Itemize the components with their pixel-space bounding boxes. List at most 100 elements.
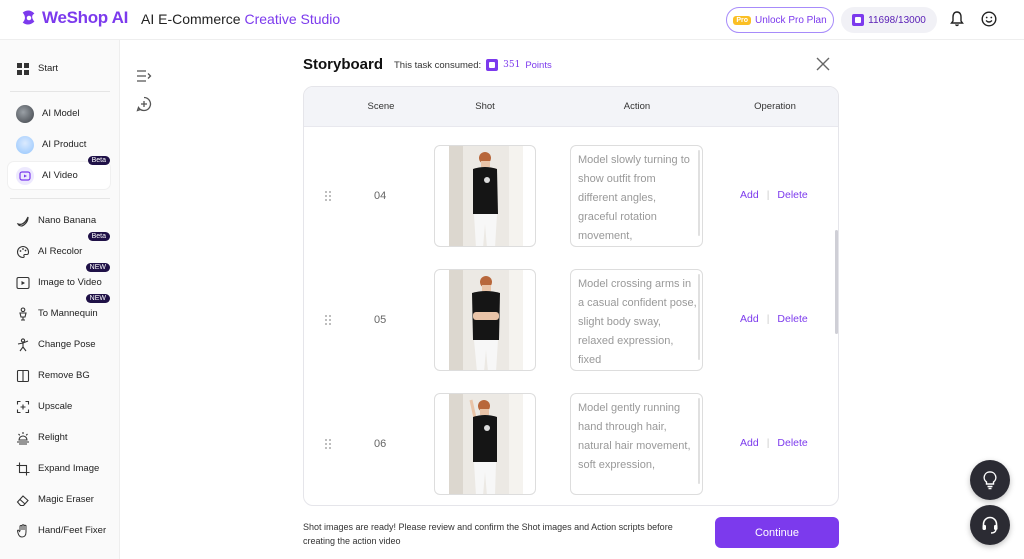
relight-icon bbox=[16, 431, 30, 445]
sidebar-item-ai-product[interactable]: AI Product bbox=[8, 131, 110, 158]
pro-tag: Pro bbox=[733, 15, 751, 25]
sidebar-item-relight[interactable]: Relight bbox=[8, 424, 110, 451]
sidebar: Start AI Model AI Product AI Video Beta … bbox=[0, 40, 120, 559]
sidebar-item-nano-banana[interactable]: Nano Banana bbox=[8, 207, 110, 234]
sidebar-item-to-mannequin[interactable]: To Mannequin NEW bbox=[8, 294, 110, 327]
weshop-logo[interactable]: WeShop AI bbox=[20, 8, 128, 28]
ready-notice: Shot images are ready! Please review and… bbox=[303, 522, 673, 546]
lightbulb-icon bbox=[983, 471, 997, 490]
chip-icon bbox=[486, 59, 499, 71]
table-row: 04 Model slowly turning to show outfit f… bbox=[304, 145, 838, 269]
storyboard-title: Storyboard bbox=[303, 56, 384, 73]
product-avatar-icon bbox=[16, 135, 34, 154]
operation-group: Add | Delete bbox=[740, 313, 808, 325]
shot-image[interactable] bbox=[434, 269, 536, 371]
sidebar-item-label: AI Recolor bbox=[38, 246, 83, 257]
sidebar-item-ai-model[interactable]: AI Model bbox=[8, 100, 110, 127]
support-button[interactable] bbox=[970, 505, 1010, 545]
shot-image[interactable] bbox=[434, 393, 536, 495]
sidebar-item-label: Change Pose bbox=[38, 339, 96, 350]
model-avatar-icon bbox=[16, 104, 34, 123]
sidebar-item-label: Magic Eraser bbox=[38, 494, 94, 505]
sidebar-divider bbox=[10, 198, 110, 199]
sidebar-item-label: Upscale bbox=[38, 401, 73, 412]
sidebar-item-expand-image[interactable]: Expand Image bbox=[8, 455, 110, 482]
new-badge: NEW bbox=[85, 294, 110, 303]
delete-button[interactable]: Delete bbox=[777, 189, 807, 201]
sidebar-item-label: AI Model bbox=[42, 108, 80, 119]
pose-icon bbox=[16, 337, 30, 352]
add-button[interactable]: Add bbox=[740, 313, 759, 325]
sidebar-item-label: AI Product bbox=[42, 139, 87, 150]
add-button[interactable]: Add bbox=[740, 189, 759, 201]
scene-number: 05 bbox=[374, 314, 387, 326]
sidebar-item-image-to-video[interactable]: Image to Video NEW bbox=[8, 263, 110, 296]
sidebar-item-ai-video[interactable]: AI Video Beta bbox=[8, 156, 110, 189]
storyboard-table: Scene Shot Action Operation 04 Model slo… bbox=[303, 86, 839, 506]
chip-icon bbox=[852, 14, 865, 26]
bell-icon[interactable] bbox=[950, 11, 964, 27]
expand-icon bbox=[16, 462, 30, 476]
sidebar-item-label: Remove BG bbox=[38, 370, 90, 381]
action-textarea[interactable]: Model gently running hand through hair, … bbox=[570, 393, 703, 495]
remove-bg-icon bbox=[16, 369, 30, 383]
drag-handle-icon[interactable] bbox=[324, 314, 332, 326]
app-title-accent: Creative Studio bbox=[244, 11, 341, 27]
sidebar-item-start[interactable]: Start bbox=[8, 55, 110, 82]
close-icon[interactable] bbox=[815, 56, 831, 72]
eraser-icon bbox=[16, 493, 30, 507]
drag-handle-icon[interactable] bbox=[324, 438, 332, 450]
scene-number: 04 bbox=[374, 190, 387, 202]
delete-button[interactable]: Delete bbox=[777, 313, 807, 325]
table-header: Scene Shot Action Operation bbox=[304, 87, 838, 127]
sidebar-item-upscale[interactable]: Upscale bbox=[8, 393, 110, 420]
sidebar-item-label: Start bbox=[38, 63, 59, 74]
tips-button[interactable] bbox=[970, 460, 1010, 500]
drag-handle-icon[interactable] bbox=[324, 190, 332, 202]
image-video-icon bbox=[16, 276, 30, 290]
sidebar-item-magic-eraser[interactable]: Magic Eraser bbox=[8, 486, 110, 513]
divider: | bbox=[766, 437, 770, 449]
table-scrollbar[interactable] bbox=[835, 230, 838, 334]
new-chat-icon[interactable] bbox=[136, 96, 152, 112]
sidebar-item-label: AI Video bbox=[42, 170, 78, 181]
grid-icon bbox=[16, 62, 30, 76]
palette-icon bbox=[16, 245, 30, 259]
user-avatar-icon[interactable] bbox=[981, 11, 997, 27]
beta-badge: Beta bbox=[87, 232, 110, 241]
headset-icon bbox=[982, 516, 998, 534]
sidebar-item-label: Image to Video bbox=[38, 277, 102, 288]
sidebar-item-label: Hand/Feet Fixer bbox=[38, 525, 107, 536]
logo-mark-icon bbox=[22, 10, 35, 25]
continue-button[interactable]: Continue bbox=[715, 517, 839, 548]
shot-photo bbox=[449, 146, 523, 246]
collapse-menu-icon[interactable] bbox=[136, 70, 152, 82]
app-title: AI E-Commerce Creative Studio bbox=[141, 11, 340, 27]
table-row: 06 Model gently running hand through hai… bbox=[304, 393, 838, 505]
video-icon bbox=[16, 166, 34, 185]
upscale-icon bbox=[16, 400, 30, 414]
unlock-pro-button[interactable]: Pro Unlock Pro Plan bbox=[726, 7, 834, 33]
shot-image[interactable] bbox=[434, 145, 536, 247]
logo-text: WeShop AI bbox=[42, 8, 129, 27]
column-shot: Shot bbox=[475, 101, 495, 112]
divider: | bbox=[766, 189, 770, 201]
column-scene: Scene bbox=[367, 101, 395, 112]
divider: | bbox=[766, 313, 770, 325]
beta-badge: Beta bbox=[87, 156, 110, 165]
sidebar-item-ai-recolor[interactable]: AI Recolor Beta bbox=[8, 232, 110, 265]
sidebar-item-label: Expand Image bbox=[38, 463, 100, 474]
points-balance[interactable]: 11698/13000 bbox=[841, 7, 937, 33]
shot-photo bbox=[449, 270, 523, 370]
delete-button[interactable]: Delete bbox=[777, 437, 807, 449]
unlock-label: Unlock Pro Plan bbox=[754, 14, 827, 26]
sidebar-item-change-pose[interactable]: Change Pose bbox=[8, 331, 110, 358]
action-textarea[interactable]: Model slowly turning to show outfit from… bbox=[570, 145, 703, 247]
column-action: Action bbox=[623, 101, 651, 112]
action-textarea[interactable]: Model crossing arms in a casual confiden… bbox=[570, 269, 703, 371]
tool-column bbox=[132, 66, 156, 116]
sidebar-item-remove-bg[interactable]: Remove BG bbox=[8, 362, 110, 389]
add-button[interactable]: Add bbox=[740, 437, 759, 449]
hand-icon bbox=[16, 523, 30, 538]
sidebar-item-hand-feet-fixer[interactable]: Hand/Feet Fixer bbox=[8, 517, 110, 544]
